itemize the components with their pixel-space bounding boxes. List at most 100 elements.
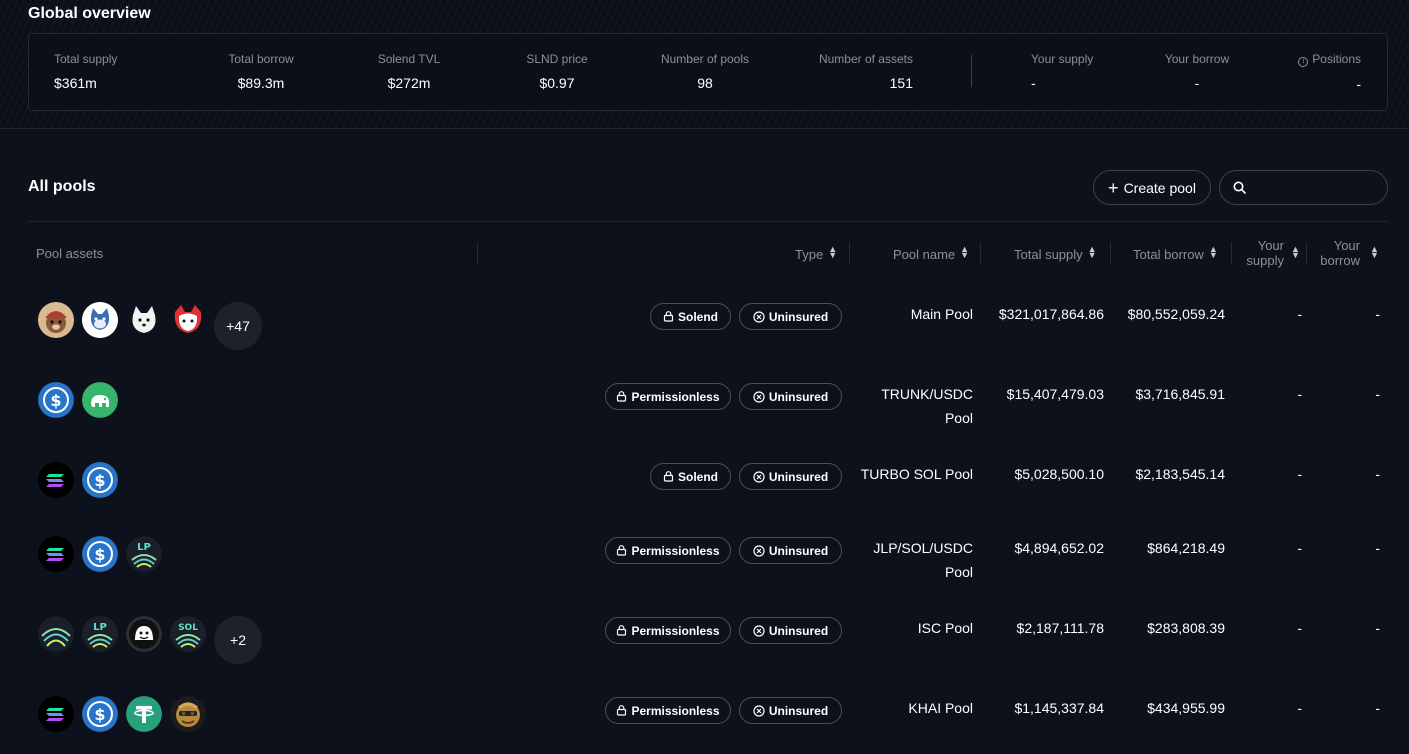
sol-icon [38,462,74,498]
total-borrow-value: $80,552,059.24 [1127,306,1225,322]
x-circle-icon [753,544,765,557]
pool-name[interactable]: TRUNK/USDC Pool [848,382,973,430]
pool-name[interactable]: ISC Pool [848,616,973,640]
table-row[interactable]: +47 Solend Uninsured Main Pool $321,017,… [28,282,1388,362]
stat-label: Number of assets [818,52,913,66]
pool-name-line: TURBO SOL Pool [860,466,973,482]
stat-total-borrow: Total borrow $89.3m [219,52,303,91]
column-header-your-borrow[interactable]: Your borrow [1314,238,1360,268]
sort-icon: ▲ ▼ [1208,244,1218,260]
stat-label: Solend TVL [377,52,441,66]
pool-name[interactable]: KHAI Pool [848,696,973,720]
all-pools-title: All pools [28,178,96,195]
pool-name[interactable]: TURBO SOL Pool [848,462,973,486]
your-borrow-value: - [1375,620,1380,636]
global-stats-card: Total supply $361m Total borrow $89.3m S… [28,33,1388,111]
lock-icon [617,391,627,402]
svg-text:$: $ [94,705,105,724]
pool-type-label: Permissionless [631,623,720,638]
pool-type-badge: Solend [650,303,731,330]
column-header-total-borrow[interactable]: Total borrow ▲ ▼ [1133,244,1218,263]
pool-name-line: JLP/SOL/USDC [873,540,973,556]
your-supply-value: - [1297,540,1302,556]
pool-name[interactable]: Main Pool [848,302,973,326]
your-borrow-value: - [1375,386,1380,402]
total-supply-value: $2,187,111.78 [1016,620,1104,636]
your-supply-value: - [1297,306,1302,322]
column-header-label: supply [1246,253,1284,268]
stat-value: $361m [54,75,97,91]
ghost-token-icon [126,616,162,652]
lock-icon [663,471,674,482]
stat-value: 151 [889,75,913,91]
pool-type-label: Solend [677,309,718,324]
table-row[interactable]: LP SOL +2 Permissionless Uninsured ISC P… [28,596,1388,676]
column-header-label: Your [1257,238,1284,253]
total-borrow-value: $864,218.49 [1147,540,1225,556]
column-separator [1231,242,1232,264]
trunk-token-icon [82,382,118,418]
your-supply-value: - [1297,700,1302,716]
search-icon [1233,181,1246,194]
table-row[interactable]: $ LP Permissionless Uninsured JLP/SOL/US… [28,516,1388,596]
info-icon[interactable]: i [1298,57,1309,67]
total-supply-value: $321,017,864.86 [998,306,1104,322]
more-assets-badge[interactable]: +47 [214,302,262,350]
stat-total-supply: Total supply $361m [54,52,117,91]
stat-your-supply: Your supply - [1031,52,1093,91]
dog-token-icon [126,302,162,338]
x-circle-icon [753,390,765,403]
column-header-label: borrow [1320,253,1360,268]
sort-icon-your-supply[interactable]: ▲ ▼ [1286,244,1300,262]
insurance-label: Uninsured [768,309,829,324]
create-pool-button[interactable]: + Create pool [1093,170,1211,205]
usdc-icon: $ [82,462,118,498]
column-header-type[interactable]: Type ▲ ▼ [795,244,838,263]
pool-type-badge: Permissionless [605,697,731,724]
column-separator [849,242,850,264]
pool-type-badge: Permissionless [605,617,731,644]
your-supply-value: - [1297,620,1302,636]
table-row[interactable]: $ Permissionless Uninsured KHAI Pool $1,… [28,676,1388,754]
insurance-label: Uninsured [768,543,829,558]
pool-name[interactable]: JLP/SOL/USDC Pool [848,536,973,584]
cat-token-icon [82,302,118,338]
stat-label: Total borrow [228,52,294,66]
column-header-label: Total supply [1014,247,1083,262]
search-input[interactable] [1254,180,1374,195]
insurance-label: Uninsured [768,703,829,718]
positions-label: Positions [1312,52,1361,66]
table-row[interactable]: $ Permissionless Uninsured TRUNK/USDC Poo… [28,362,1388,442]
header-divider [28,221,1388,222]
column-header-total-supply[interactable]: Total supply ▲ ▼ [1014,245,1097,263]
sort-icon: ▲ ▼ [1370,244,1379,260]
sol-label: SOL [178,623,198,633]
total-supply-value: $5,028,500.10 [1014,466,1104,482]
isc-token-icon [38,616,74,652]
search-box[interactable] [1219,170,1388,205]
svg-text:$: $ [94,545,105,564]
column-header-your-supply[interactable]: Your supply [1240,238,1284,268]
column-separator [1306,242,1307,264]
column-header-pool-name[interactable]: Pool name ▲ ▼ [893,245,969,263]
table-row[interactable]: $ Solend Uninsured TURBO SOL Pool $5,028… [28,442,1388,522]
stat-label: Total supply [54,52,118,66]
column-separator [477,242,478,264]
lock-icon [617,625,627,636]
insurance-badge: Uninsured [739,303,842,330]
stat-value: $272m [387,75,431,91]
more-assets-badge[interactable]: +2 [214,616,262,664]
sort-icon: ▲ ▼ [828,244,838,260]
sort-icon: ▲ ▼ [1291,244,1300,260]
pool-type-label: Solend [677,469,718,484]
khai-token-icon [170,696,206,732]
sort-icon-your-borrow[interactable]: ▲ ▼ [1365,244,1379,262]
stat-number-of-assets: Number of assets 151 [809,52,913,91]
jlp-token-icon: LP [126,536,162,572]
total-borrow-value: $434,955.99 [1147,700,1225,716]
insurance-label: Uninsured [768,623,829,638]
total-supply-value: $1,145,337.84 [1014,700,1104,716]
lp-label: LP [93,622,107,633]
pool-name-line: KHAI Pool [908,700,973,716]
stat-label: Your supply [1031,52,1094,66]
